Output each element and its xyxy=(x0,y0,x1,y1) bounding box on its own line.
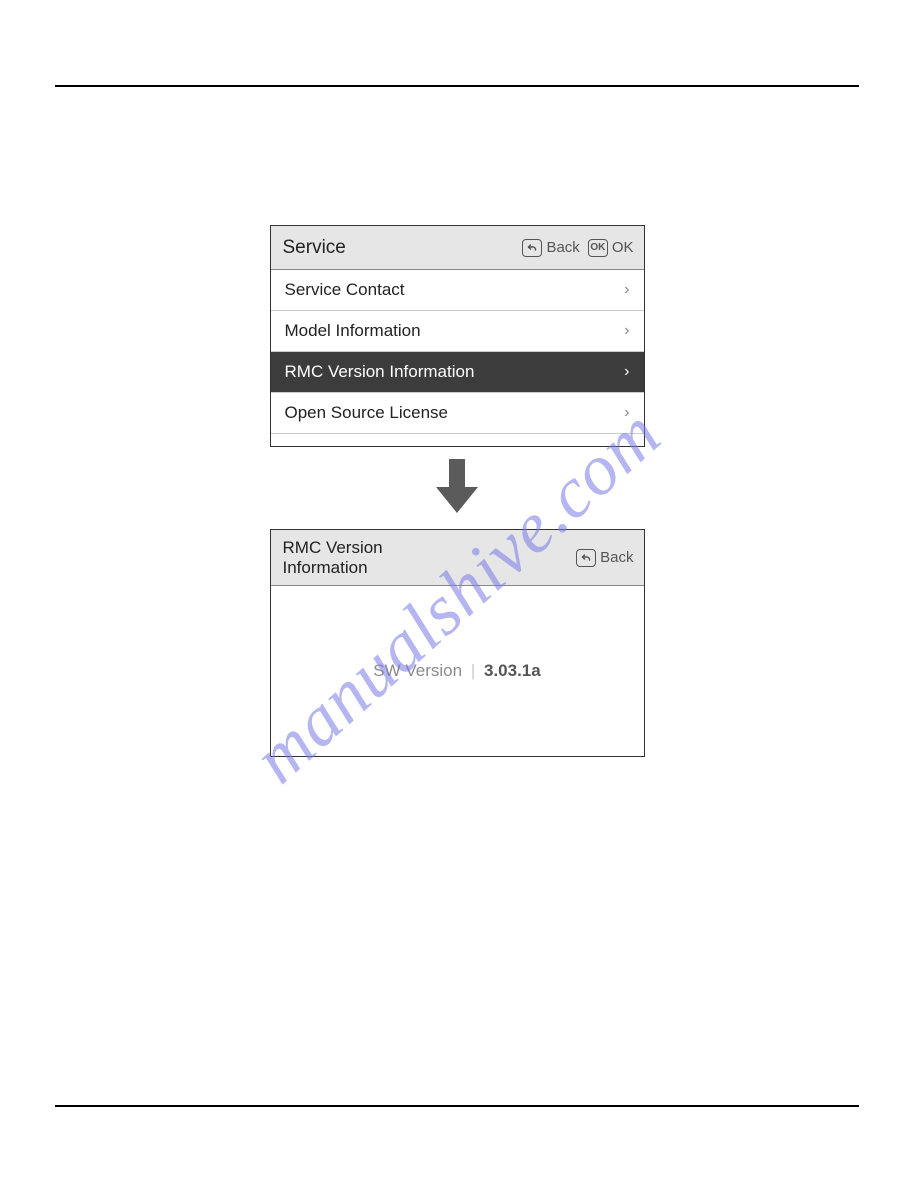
chevron-right-icon: › xyxy=(624,404,629,422)
sw-version-value: 3.03.1a xyxy=(484,661,541,680)
sw-version-label: SW Version xyxy=(373,661,462,680)
menu-item-open-source-license[interactable]: Open Source License › xyxy=(271,393,644,434)
page-bottom-rule xyxy=(55,1105,859,1107)
chevron-right-icon: › xyxy=(624,322,629,340)
service-header-actions: Back OK OK xyxy=(522,239,633,257)
back-icon xyxy=(522,239,542,257)
page-top-rule xyxy=(55,85,859,87)
detail-body: SW Version | 3.03.1a xyxy=(271,586,644,756)
menu-trailing-space xyxy=(271,434,644,446)
menu-item-label: Open Source License xyxy=(285,403,449,423)
menu-item-rmc-version-information[interactable]: RMC Version Information › xyxy=(271,352,644,393)
back-icon xyxy=(576,549,596,567)
service-panel-header: Service Back OK OK xyxy=(271,226,644,270)
menu-item-label: Model Information xyxy=(285,321,421,341)
menu-item-model-information[interactable]: Model Information › xyxy=(271,311,644,352)
ok-icon: OK xyxy=(588,239,608,257)
detail-back-label: Back xyxy=(600,549,633,566)
ok-action[interactable]: OK OK xyxy=(588,239,634,257)
sw-version-row: SW Version | 3.03.1a xyxy=(373,661,540,681)
service-panel: Service Back OK OK Service Contact xyxy=(270,225,645,447)
chevron-right-icon: › xyxy=(624,281,629,299)
service-panel-title: Service xyxy=(283,237,346,259)
detail-panel-title: RMC Version Information xyxy=(283,538,383,577)
sw-version-separator: | xyxy=(471,661,475,680)
detail-panel: RMC Version Information Back SW Version … xyxy=(270,529,645,757)
detail-title-line2: Information xyxy=(283,558,368,577)
menu-item-service-contact[interactable]: Service Contact › xyxy=(271,270,644,311)
content-area: Service Back OK OK Service Contact xyxy=(0,225,914,757)
menu-item-label: RMC Version Information xyxy=(285,362,475,382)
detail-header-actions: Back xyxy=(576,549,633,567)
back-action[interactable]: Back xyxy=(522,239,579,257)
menu-item-label: Service Contact xyxy=(285,280,405,300)
detail-back-action[interactable]: Back xyxy=(576,549,633,567)
back-label: Back xyxy=(546,239,579,256)
ok-label: OK xyxy=(612,239,634,256)
detail-title-line1: RMC Version xyxy=(283,538,383,557)
arrow-down-icon xyxy=(434,459,480,515)
detail-panel-header: RMC Version Information Back xyxy=(271,530,644,586)
chevron-right-icon: › xyxy=(624,363,629,381)
